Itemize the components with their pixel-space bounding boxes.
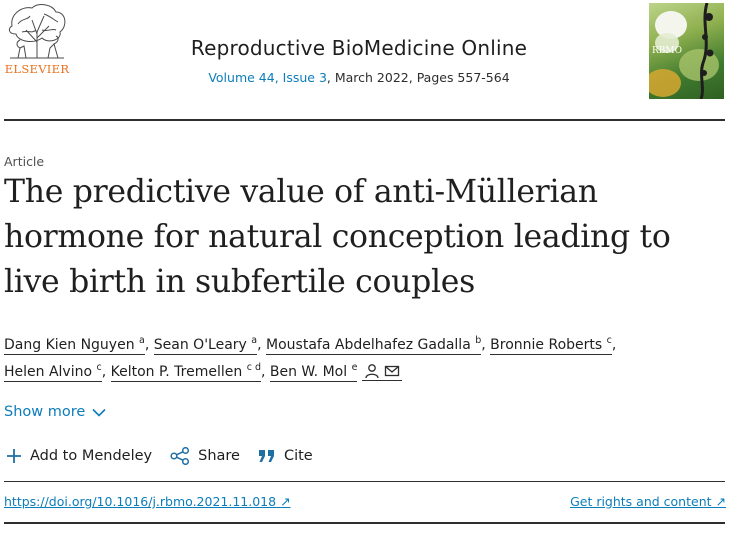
author-name: Kelton P. Tremellen [110, 364, 243, 380]
external-link-arrow-icon: ↗ [280, 494, 291, 509]
share-label: Share [198, 448, 240, 464]
journal-issue: Volume 44, Issue 3, March 2022, Pages 55… [0, 70, 718, 85]
author-name: Dang Kien Nguyen [4, 337, 135, 353]
author-affiliation[interactable]: a [251, 335, 257, 346]
author-affiliation[interactable]: c [607, 335, 612, 346]
cite-label: Cite [283, 448, 313, 464]
actions-divider [4, 481, 725, 482]
plus-icon [7, 449, 21, 463]
journal-header: ELSEVIER Reproductive BioMedicine Online… [0, 0, 740, 108]
author-name: Helen Alvino [4, 364, 93, 380]
article-title: The predictive value of anti-Müllerian h… [4, 174, 671, 300]
cover-art: RBMO [649, 3, 719, 99]
author-affiliation[interactable]: c d [247, 362, 261, 373]
cover-label: RBMO [652, 46, 682, 56]
quote-icon [258, 450, 274, 462]
volume-issue-link[interactable]: Volume 44, Issue 3 [208, 70, 327, 85]
header-divider [4, 119, 725, 121]
author-link[interactable]: Bronnie Roberts c [490, 335, 612, 355]
author-list: Dang Kien Nguyen a, Sean O'Leary a, Mous… [4, 335, 617, 382]
share-icon [170, 447, 190, 465]
external-link-arrow-icon: ↗ [715, 494, 726, 509]
article-type: Article [4, 154, 45, 169]
show-more-label: Show more [4, 404, 86, 420]
doi-link[interactable]: https://doi.org/10.1016/j.rbmo.2021.11.0… [4, 494, 291, 509]
author-affiliation[interactable]: c [97, 362, 102, 373]
author-link[interactable]: Ben W. Mol e [269, 362, 358, 382]
author-name: Ben W. Mol [269, 364, 348, 380]
show-more-button[interactable]: Show more [4, 404, 106, 420]
journal-title[interactable]: Reproductive BioMedicine Online [0, 36, 718, 60]
get-rights-label: Get rights and content [570, 494, 712, 509]
journal-cover-image[interactable]: RBMO [649, 3, 724, 99]
share-button[interactable]: Share [170, 447, 240, 465]
chevron-down-icon [92, 408, 106, 417]
author-link[interactable]: Kelton P. Tremellen c d [110, 362, 261, 382]
get-rights-link[interactable]: Get rights and content ↗ [570, 494, 726, 509]
author-link[interactable]: Dang Kien Nguyen a [4, 335, 145, 355]
author-affiliation[interactable]: b [475, 335, 481, 346]
person-icon [365, 364, 379, 379]
author-link[interactable]: Moustafa Abdelhafez Gadalla b [266, 335, 482, 355]
envelope-icon [385, 365, 400, 377]
author-affiliation[interactable]: a [139, 335, 145, 346]
author-link[interactable]: Sean O'Leary a [153, 335, 258, 355]
author-name: Moustafa Abdelhafez Gadalla [266, 337, 471, 353]
author-name: Sean O'Leary [153, 337, 247, 353]
bottom-divider [4, 522, 725, 524]
doi-text: https://doi.org/10.1016/j.rbmo.2021.11.0… [4, 494, 277, 509]
author-name: Bronnie Roberts [490, 337, 603, 353]
add-to-mendeley-button[interactable]: Add to Mendeley [6, 448, 152, 464]
add-to-mendeley-label: Add to Mendeley [30, 448, 153, 464]
issue-date-pages: , March 2022, Pages 557-564 [326, 70, 510, 85]
cite-button[interactable]: Cite [258, 448, 313, 464]
corresponding-author-icons[interactable] [361, 362, 403, 381]
article-actions: Add to Mendeley Share Cite [6, 447, 331, 465]
author-link[interactable]: Helen Alvino c [4, 362, 102, 382]
author-affiliation[interactable]: e [352, 362, 358, 373]
